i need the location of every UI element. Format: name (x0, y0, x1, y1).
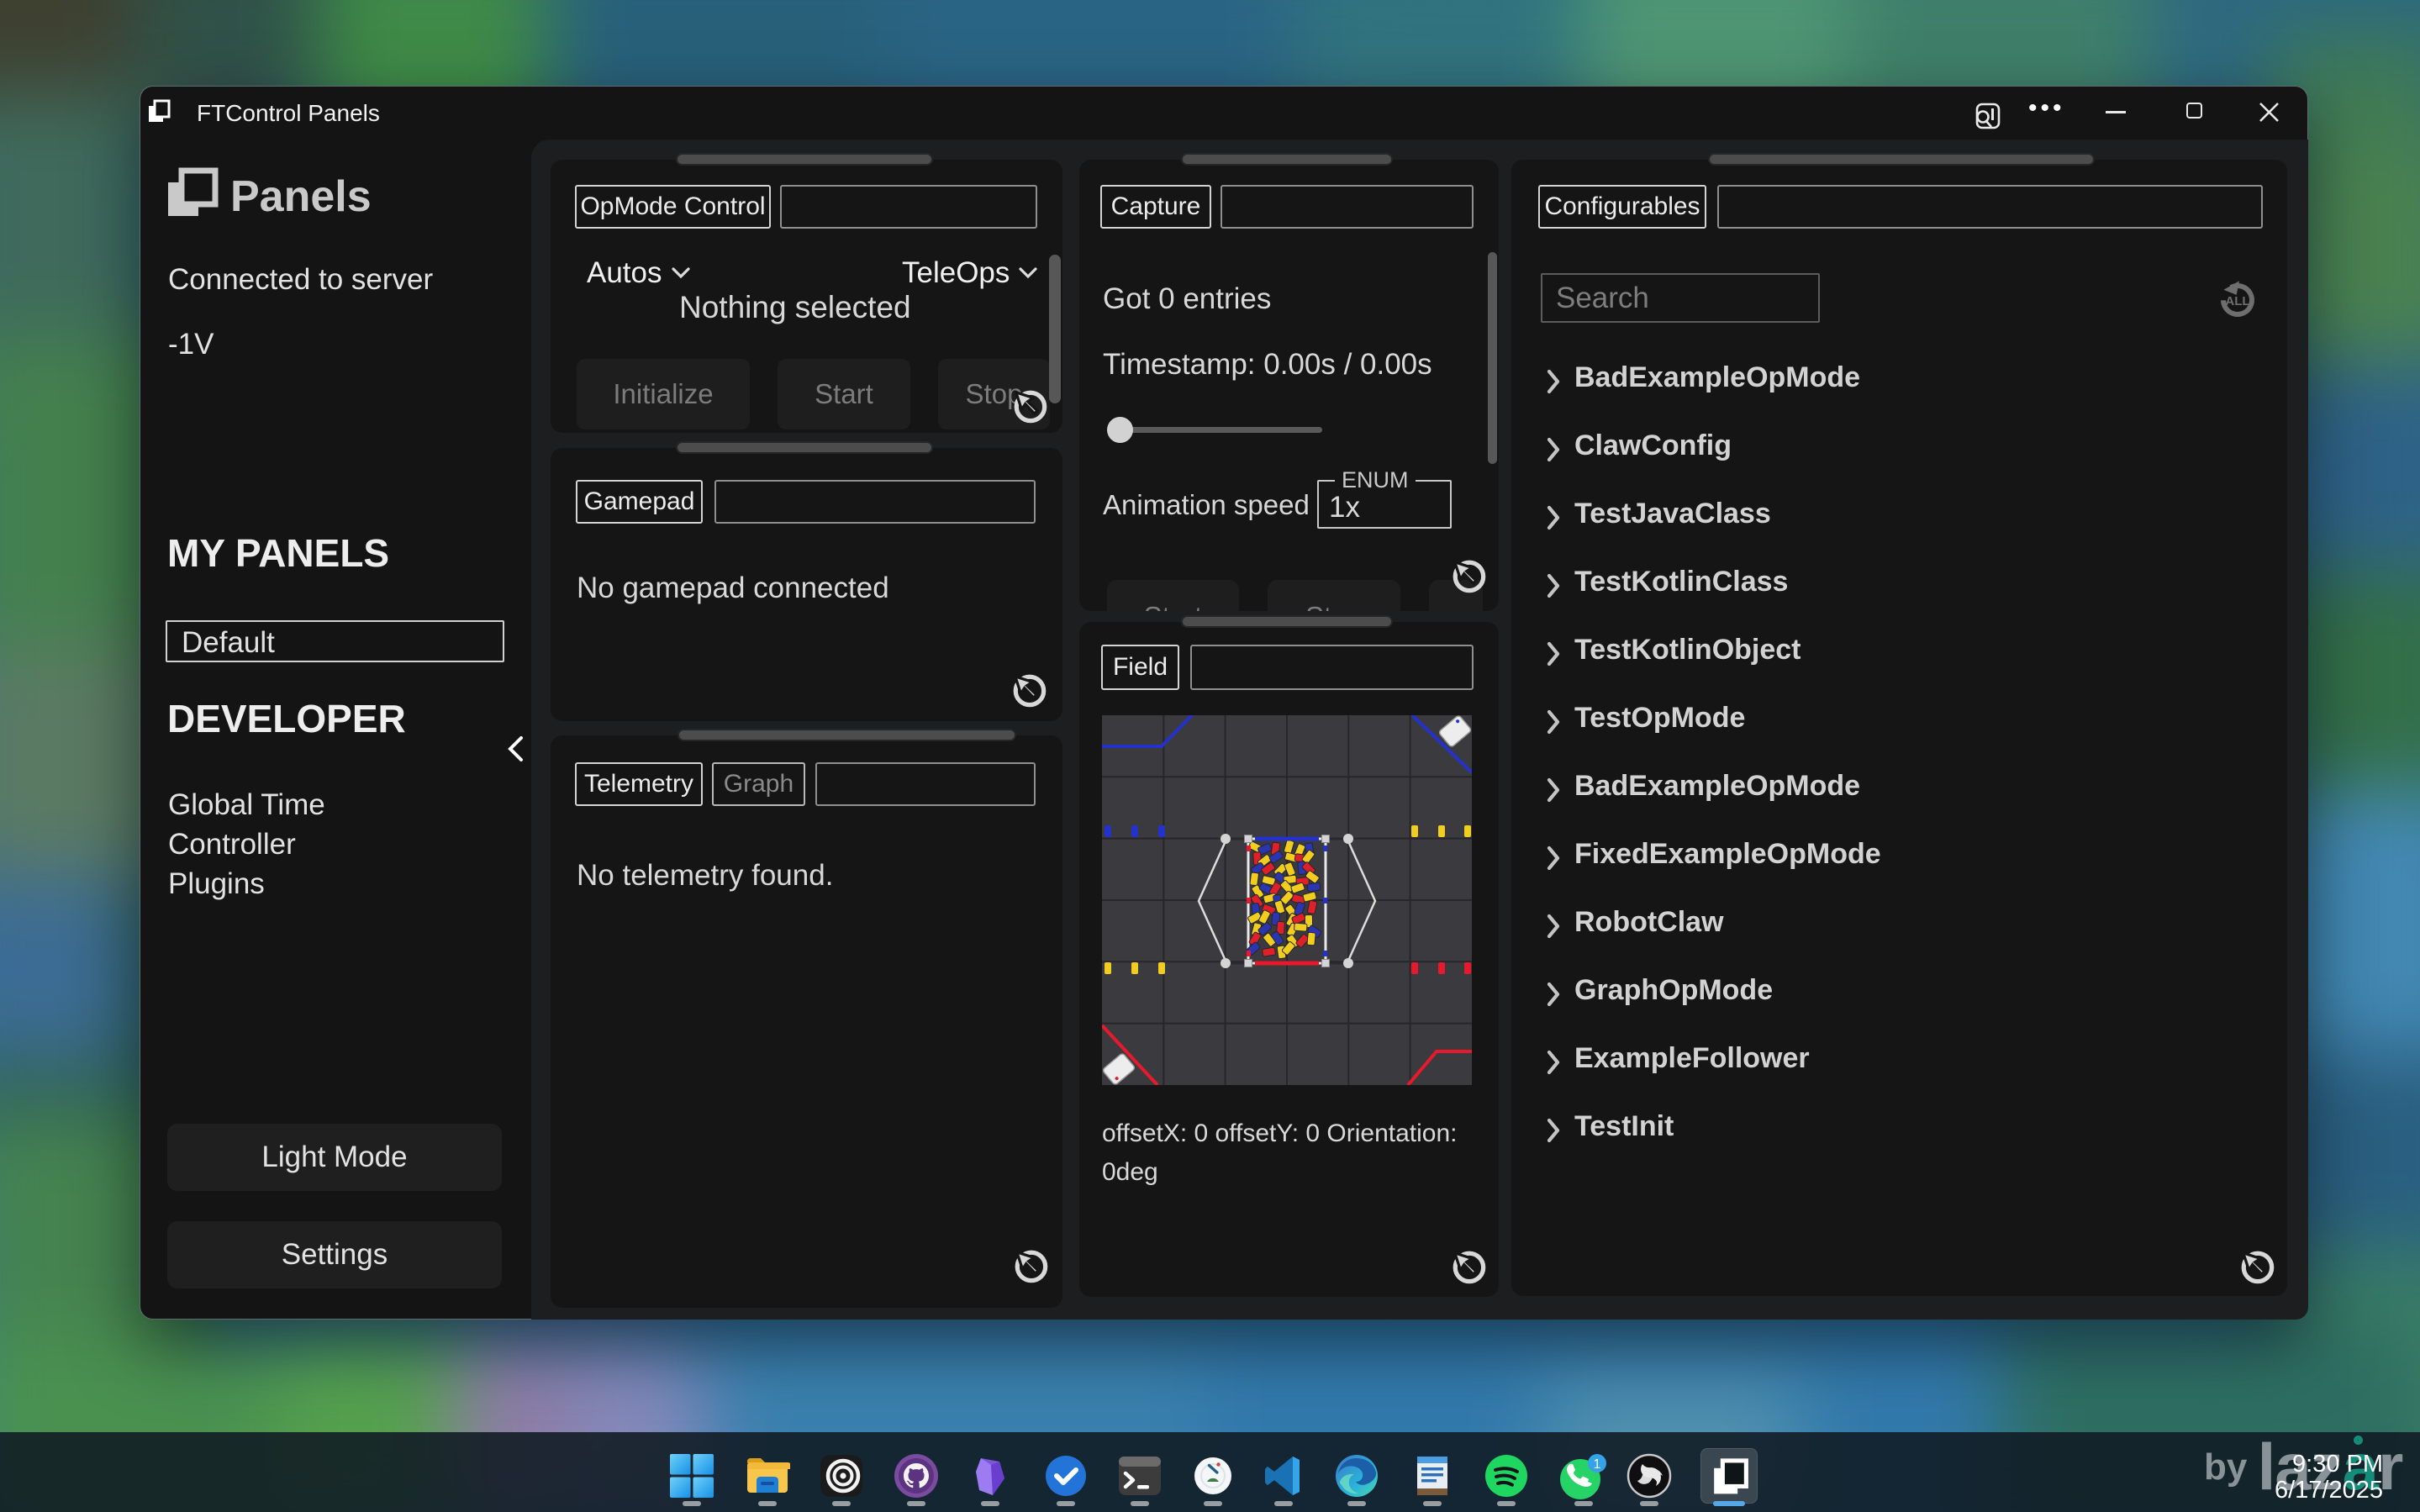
svg-text:ALL: ALL (2225, 294, 2249, 308)
svg-text:1: 1 (1594, 1457, 1601, 1472)
